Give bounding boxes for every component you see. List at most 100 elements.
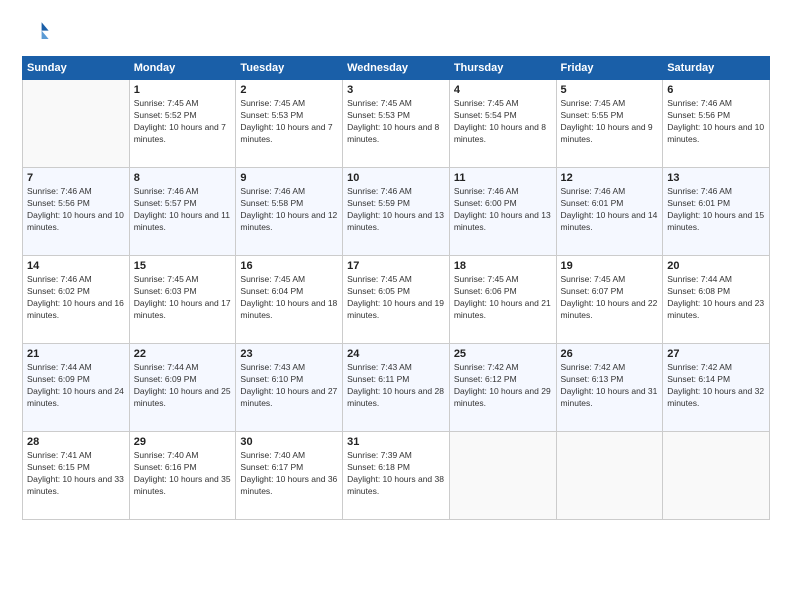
sunrise-label: Sunrise: 7:43 AM bbox=[240, 362, 305, 372]
sunset-label: Sunset: 5:57 PM bbox=[134, 198, 197, 208]
sunrise-label: Sunrise: 7:46 AM bbox=[240, 186, 305, 196]
day-info: Sunrise: 7:42 AM Sunset: 6:13 PM Dayligh… bbox=[561, 362, 659, 410]
sunrise-label: Sunrise: 7:45 AM bbox=[561, 274, 626, 284]
sunrise-label: Sunrise: 7:42 AM bbox=[667, 362, 732, 372]
calendar-cell: 1 Sunrise: 7:45 AM Sunset: 5:52 PM Dayli… bbox=[129, 80, 236, 168]
sunrise-label: Sunrise: 7:45 AM bbox=[454, 98, 519, 108]
day-number: 10 bbox=[347, 172, 445, 184]
day-info: Sunrise: 7:46 AM Sunset: 6:01 PM Dayligh… bbox=[667, 186, 765, 234]
sunset-label: Sunset: 6:03 PM bbox=[134, 286, 197, 296]
day-number: 16 bbox=[240, 260, 338, 272]
sunset-label: Sunset: 6:17 PM bbox=[240, 462, 303, 472]
calendar-body: 1 Sunrise: 7:45 AM Sunset: 5:52 PM Dayli… bbox=[23, 80, 770, 520]
sunset-label: Sunset: 6:12 PM bbox=[454, 374, 517, 384]
calendar-cell: 13 Sunrise: 7:46 AM Sunset: 6:01 PM Dayl… bbox=[663, 168, 770, 256]
sunrise-label: Sunrise: 7:46 AM bbox=[27, 186, 92, 196]
day-number: 25 bbox=[454, 348, 552, 360]
calendar-cell: 5 Sunrise: 7:45 AM Sunset: 5:55 PM Dayli… bbox=[556, 80, 663, 168]
calendar-cell: 20 Sunrise: 7:44 AM Sunset: 6:08 PM Dayl… bbox=[663, 256, 770, 344]
day-info: Sunrise: 7:45 AM Sunset: 6:04 PM Dayligh… bbox=[240, 274, 338, 322]
calendar-cell: 27 Sunrise: 7:42 AM Sunset: 6:14 PM Dayl… bbox=[663, 344, 770, 432]
day-number: 7 bbox=[27, 172, 125, 184]
sunrise-label: Sunrise: 7:42 AM bbox=[454, 362, 519, 372]
header-day: Thursday bbox=[449, 57, 556, 80]
calendar-cell: 3 Sunrise: 7:45 AM Sunset: 5:53 PM Dayli… bbox=[343, 80, 450, 168]
day-info: Sunrise: 7:45 AM Sunset: 6:07 PM Dayligh… bbox=[561, 274, 659, 322]
sunset-label: Sunset: 5:52 PM bbox=[134, 110, 197, 120]
calendar-cell: 24 Sunrise: 7:43 AM Sunset: 6:11 PM Dayl… bbox=[343, 344, 450, 432]
day-info: Sunrise: 7:42 AM Sunset: 6:14 PM Dayligh… bbox=[667, 362, 765, 410]
calendar-cell: 15 Sunrise: 7:45 AM Sunset: 6:03 PM Dayl… bbox=[129, 256, 236, 344]
sunrise-label: Sunrise: 7:45 AM bbox=[561, 98, 626, 108]
day-number: 26 bbox=[561, 348, 659, 360]
calendar-cell: 7 Sunrise: 7:46 AM Sunset: 5:56 PM Dayli… bbox=[23, 168, 130, 256]
header bbox=[22, 18, 770, 46]
day-number: 21 bbox=[27, 348, 125, 360]
daylight-label: Daylight: 10 hours and 8 minutes. bbox=[454, 122, 546, 144]
day-number: 5 bbox=[561, 84, 659, 96]
daylight-label: Daylight: 10 hours and 7 minutes. bbox=[134, 122, 226, 144]
calendar-cell: 31 Sunrise: 7:39 AM Sunset: 6:18 PM Dayl… bbox=[343, 432, 450, 520]
day-info: Sunrise: 7:43 AM Sunset: 6:10 PM Dayligh… bbox=[240, 362, 338, 410]
day-number: 18 bbox=[454, 260, 552, 272]
day-number: 20 bbox=[667, 260, 765, 272]
day-number: 22 bbox=[134, 348, 232, 360]
calendar-header: SundayMondayTuesdayWednesdayThursdayFrid… bbox=[23, 57, 770, 80]
calendar-cell: 18 Sunrise: 7:45 AM Sunset: 6:06 PM Dayl… bbox=[449, 256, 556, 344]
sunset-label: Sunset: 5:58 PM bbox=[240, 198, 303, 208]
daylight-label: Daylight: 10 hours and 16 minutes. bbox=[27, 298, 124, 320]
day-number: 2 bbox=[240, 84, 338, 96]
day-info: Sunrise: 7:39 AM Sunset: 6:18 PM Dayligh… bbox=[347, 450, 445, 498]
calendar-week: 21 Sunrise: 7:44 AM Sunset: 6:09 PM Dayl… bbox=[23, 344, 770, 432]
calendar-cell: 14 Sunrise: 7:46 AM Sunset: 6:02 PM Dayl… bbox=[23, 256, 130, 344]
day-info: Sunrise: 7:45 AM Sunset: 6:05 PM Dayligh… bbox=[347, 274, 445, 322]
header-day: Wednesday bbox=[343, 57, 450, 80]
day-info: Sunrise: 7:41 AM Sunset: 6:15 PM Dayligh… bbox=[27, 450, 125, 498]
daylight-label: Daylight: 10 hours and 19 minutes. bbox=[347, 298, 444, 320]
calendar-cell bbox=[663, 432, 770, 520]
sunset-label: Sunset: 6:07 PM bbox=[561, 286, 624, 296]
daylight-label: Daylight: 10 hours and 22 minutes. bbox=[561, 298, 658, 320]
logo-icon bbox=[22, 18, 50, 46]
day-number: 30 bbox=[240, 436, 338, 448]
sunrise-label: Sunrise: 7:46 AM bbox=[561, 186, 626, 196]
calendar-cell: 11 Sunrise: 7:46 AM Sunset: 6:00 PM Dayl… bbox=[449, 168, 556, 256]
sunrise-label: Sunrise: 7:43 AM bbox=[347, 362, 412, 372]
header-row: SundayMondayTuesdayWednesdayThursdayFrid… bbox=[23, 57, 770, 80]
day-number: 15 bbox=[134, 260, 232, 272]
sunset-label: Sunset: 6:01 PM bbox=[667, 198, 730, 208]
daylight-label: Daylight: 10 hours and 8 minutes. bbox=[347, 122, 439, 144]
sunset-label: Sunset: 6:13 PM bbox=[561, 374, 624, 384]
day-number: 17 bbox=[347, 260, 445, 272]
calendar-cell: 12 Sunrise: 7:46 AM Sunset: 6:01 PM Dayl… bbox=[556, 168, 663, 256]
sunset-label: Sunset: 6:11 PM bbox=[347, 374, 409, 384]
calendar-cell: 21 Sunrise: 7:44 AM Sunset: 6:09 PM Dayl… bbox=[23, 344, 130, 432]
calendar-week: 14 Sunrise: 7:46 AM Sunset: 6:02 PM Dayl… bbox=[23, 256, 770, 344]
header-day: Saturday bbox=[663, 57, 770, 80]
day-info: Sunrise: 7:45 AM Sunset: 5:55 PM Dayligh… bbox=[561, 98, 659, 146]
header-day: Sunday bbox=[23, 57, 130, 80]
sunrise-label: Sunrise: 7:46 AM bbox=[667, 186, 732, 196]
sunset-label: Sunset: 6:01 PM bbox=[561, 198, 624, 208]
sunrise-label: Sunrise: 7:44 AM bbox=[667, 274, 732, 284]
day-number: 9 bbox=[240, 172, 338, 184]
calendar-cell: 8 Sunrise: 7:46 AM Sunset: 5:57 PM Dayli… bbox=[129, 168, 236, 256]
day-number: 14 bbox=[27, 260, 125, 272]
daylight-label: Daylight: 10 hours and 11 minutes. bbox=[134, 210, 230, 232]
day-info: Sunrise: 7:46 AM Sunset: 5:59 PM Dayligh… bbox=[347, 186, 445, 234]
day-number: 27 bbox=[667, 348, 765, 360]
daylight-label: Daylight: 10 hours and 33 minutes. bbox=[27, 474, 124, 496]
day-info: Sunrise: 7:44 AM Sunset: 6:09 PM Dayligh… bbox=[134, 362, 232, 410]
day-number: 29 bbox=[134, 436, 232, 448]
header-day: Tuesday bbox=[236, 57, 343, 80]
calendar-cell: 23 Sunrise: 7:43 AM Sunset: 6:10 PM Dayl… bbox=[236, 344, 343, 432]
sunset-label: Sunset: 5:54 PM bbox=[454, 110, 517, 120]
daylight-label: Daylight: 10 hours and 12 minutes. bbox=[240, 210, 337, 232]
day-info: Sunrise: 7:46 AM Sunset: 6:02 PM Dayligh… bbox=[27, 274, 125, 322]
day-info: Sunrise: 7:45 AM Sunset: 5:53 PM Dayligh… bbox=[347, 98, 445, 146]
calendar-cell: 2 Sunrise: 7:45 AM Sunset: 5:53 PM Dayli… bbox=[236, 80, 343, 168]
sunset-label: Sunset: 5:56 PM bbox=[667, 110, 730, 120]
sunset-label: Sunset: 6:00 PM bbox=[454, 198, 517, 208]
day-number: 19 bbox=[561, 260, 659, 272]
day-number: 1 bbox=[134, 84, 232, 96]
